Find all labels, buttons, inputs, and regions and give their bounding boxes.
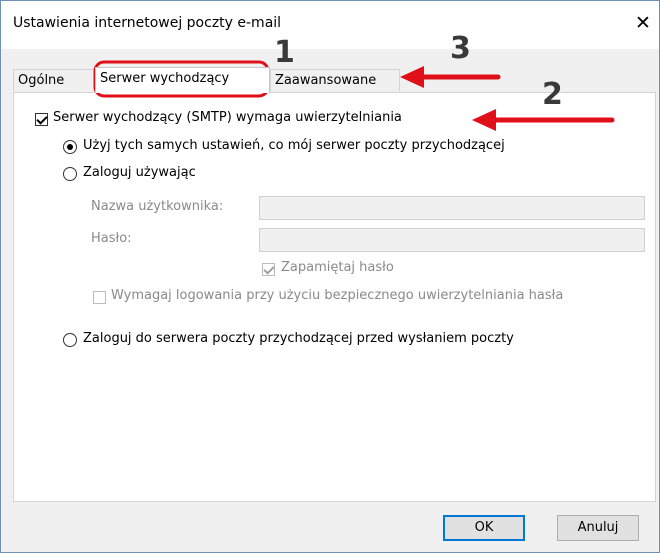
login-before-send-radio[interactable]	[63, 333, 77, 347]
annotation-number-1: 1	[274, 35, 295, 70]
require-spa-label[interactable]: Wymagaj logowania przy użyciu bezpieczne…	[111, 288, 563, 303]
login-using-radio[interactable]	[63, 167, 77, 181]
login-before-send-label[interactable]: Zaloguj do serwera poczty przychodzącej …	[83, 331, 514, 346]
login-using-label[interactable]: Zaloguj używając	[83, 165, 196, 180]
same-settings-label[interactable]: Użyj tych samych ustawień, co mój serwer…	[83, 138, 505, 153]
tab-advanced[interactable]: Zaawansowane	[270, 69, 400, 91]
smtp-auth-checkbox[interactable]	[35, 113, 48, 126]
title-bar: Ustawienia internetowej poczty e-mail ✕	[1, 1, 659, 49]
remember-password-checkbox[interactable]	[262, 263, 275, 276]
cancel-button[interactable]: Anuluj	[557, 515, 639, 541]
tab-outgoing-server[interactable]: Serwer wychodzący	[95, 67, 270, 93]
password-label: Hasło:	[91, 231, 132, 246]
username-field[interactable]	[259, 196, 645, 220]
tab-general[interactable]: Ogólne	[13, 69, 95, 91]
smtp-auth-label[interactable]: Serwer wychodzący (SMTP) wymaga uwierzyt…	[53, 110, 402, 125]
window-title: Ustawienia internetowej poczty e-mail	[13, 15, 282, 31]
annotation-number-2: 2	[542, 77, 563, 112]
remember-password-label[interactable]: Zapamiętaj hasło	[281, 260, 394, 275]
annotation-number-3: 3	[450, 31, 471, 66]
username-label: Nazwa użytkownika:	[91, 199, 224, 214]
same-settings-radio[interactable]	[63, 140, 77, 154]
close-icon[interactable]: ✕	[633, 11, 653, 35]
require-spa-checkbox[interactable]	[93, 291, 106, 304]
ok-button[interactable]: OK	[443, 515, 525, 541]
password-field[interactable]	[259, 228, 645, 252]
